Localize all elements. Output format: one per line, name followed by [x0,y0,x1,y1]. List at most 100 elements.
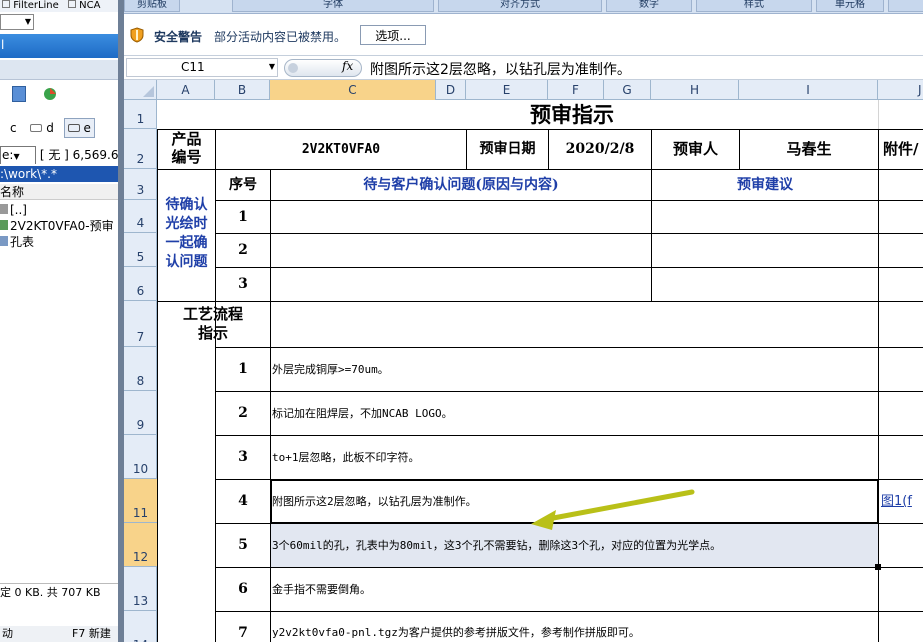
row-header[interactable]: 5 [124,233,157,267]
row-number: 4 [136,216,145,230]
process-row-number[interactable]: 5 [216,524,270,567]
column-header[interactable]: G [604,80,651,100]
process-label[interactable]: 工艺流程 指示 [158,305,268,345]
ribbon-group-alignment[interactable]: 对齐方式 [438,0,602,12]
process-row-text[interactable]: 金手指不需要倒角。 [272,568,876,611]
row-number: 14 [124,638,157,642]
row-header[interactable]: 12 [124,523,157,567]
row-header[interactable]: 8 [124,347,157,391]
name-box-value: C11 [181,60,205,74]
f-key-button[interactable]: 动 [2,626,13,642]
sheet-title[interactable]: 预审指示 [466,100,678,129]
row-number: 3 [136,183,145,197]
confirm-issues-label[interactable]: 待确认 光绘时 一起确 认问题 [158,196,215,276]
name-box[interactable]: C11 ▼ [126,58,278,77]
file-item[interactable]: [..] [0,202,118,218]
drive-e-button[interactable]: e [63,118,95,138]
filterline-checkbox[interactable] [2,0,10,8]
column-header[interactable]: E [466,80,548,100]
document-file-icon [0,236,8,246]
ribbon-group-styles[interactable]: 样式 [696,0,812,12]
security-options-button[interactable]: 选项... [360,25,426,45]
fx-icon[interactable]: fx [342,59,353,73]
ribbon-group-editing[interactable] [888,0,923,12]
process-row-number[interactable]: 1 [216,348,270,391]
process-row-number[interactable]: 3 [216,436,270,479]
row-header[interactable]: 7 [124,301,157,347]
row-header[interactable]: 10 [124,435,157,479]
confirm-row-number[interactable]: 1 [216,201,270,233]
nca-label: NCA [79,0,101,11]
attachment-label[interactable]: 附件/ [883,130,923,169]
confirm-row-number[interactable]: 2 [216,234,270,267]
process-row-number[interactable]: 7 [216,612,270,642]
ribbon-group-font[interactable]: 字体 [232,0,434,12]
drive-c-button[interactable]: c [10,121,17,135]
seq-header[interactable]: 序号 [216,170,270,200]
column-header[interactable]: C [270,80,436,100]
drive-select[interactable]: e:▼ [0,146,36,164]
reviewer-label[interactable]: 预审人 [652,130,739,169]
panel-view-icon[interactable] [12,86,26,102]
process-row-number[interactable]: 6 [216,568,270,611]
product-label[interactable]: 产品 编号 [158,130,215,169]
process-row-text[interactable]: to+1层忽略，此板不印字符。 [272,436,876,479]
process-row-text[interactable]: 标记加在阻焊层，不加NCAB LOGO。 [272,392,876,435]
row-header[interactable]: 6 [124,267,157,301]
ribbon-group-number[interactable]: 数字 [606,0,692,12]
row-header[interactable]: 4 [124,200,157,233]
f7-new-button[interactable]: F7 新建 [72,626,111,642]
column-header[interactable]: B [215,80,270,100]
reviewer-value[interactable]: 马春生 [740,130,878,169]
column-header[interactable]: F [548,80,604,100]
file-item[interactable]: 孔表 [0,234,118,250]
process-row-text[interactable]: 外层完成铜厚>=70um。 [272,348,876,391]
file-item[interactable]: 2V2KT0VFA0-预审 [0,218,118,234]
panel-bar [0,60,118,80]
formula-bar-expander[interactable]: fx [284,59,362,77]
confirm-row-number[interactable]: 3 [216,268,270,301]
nca-checkbox[interactable] [67,0,76,8]
select-all-corner[interactable] [124,80,157,100]
review-date-value[interactable]: 2020/2/8 [549,130,651,169]
column-header[interactable]: H [651,80,739,100]
colorful-tool-icon[interactable] [42,86,58,102]
small-dropdown[interactable]: ▼ [0,14,34,30]
column-header[interactable]: D [436,80,466,100]
row-number: 12 [132,550,149,564]
row-header[interactable]: 11 [124,479,157,523]
security-warning-title: 安全警告 [154,30,203,44]
column-header[interactable]: J [878,80,923,100]
row-header[interactable]: 9 [124,391,157,435]
process-row-text[interactable]: 附图所示这2层忽略，以钻孔层为准制作。 [272,480,876,523]
drive-d-button[interactable]: d [46,121,54,135]
column-header[interactable]: I [739,80,878,100]
formula-bar: C11 ▼ fx 附图所示这2层忽略，以钻孔层为准制作。 [124,56,923,80]
drive-icon [30,124,43,132]
attachment-link[interactable]: 图1(f [881,480,923,523]
ribbon-group-cells[interactable]: 单元格 [816,0,884,12]
process-row-text[interactable]: y2v2kt0vfa0-pnl.tgz为客户提供的参考拼版文件，参考制作拼版即可… [272,612,876,642]
ribbon-group-clipboard[interactable]: 剪贴板 [124,0,180,12]
column-header[interactable]: A [157,80,215,100]
row-header[interactable]: 14 [124,611,157,642]
suggestion-header[interactable]: 预审建议 [652,170,878,200]
process-row-number[interactable]: 4 [216,480,270,523]
formula-content[interactable]: 附图所示这2层忽略，以钻孔层为准制作。 [370,59,631,79]
row-number: 5 [136,250,145,264]
process-row-number[interactable]: 2 [216,392,270,435]
row-header[interactable]: 13 [124,567,157,611]
row-header[interactable]: 2 [124,129,157,169]
row-number: 6 [136,284,145,298]
path-bar[interactable]: :\work\*.* [0,166,118,182]
process-row-text[interactable]: 3个60mil的孔，孔表中为80mil，这3个孔不需要钻，删除这3个孔，对应的位… [272,524,876,567]
header-marker: l [1,38,5,52]
active-panel-header[interactable]: l [0,34,118,58]
issue-header[interactable]: 待与客户确认问题(原因与内容) [271,170,651,200]
product-code[interactable]: 2V2KT0VFA0 [216,130,466,169]
row-header[interactable]: 1 [124,100,157,129]
file-list-header[interactable]: 名称 [0,184,118,200]
status-text: 定 0 KB. 共 707 KB [0,586,101,599]
review-date-label[interactable]: 预审日期 [467,130,548,169]
row-header[interactable]: 3 [124,169,157,200]
